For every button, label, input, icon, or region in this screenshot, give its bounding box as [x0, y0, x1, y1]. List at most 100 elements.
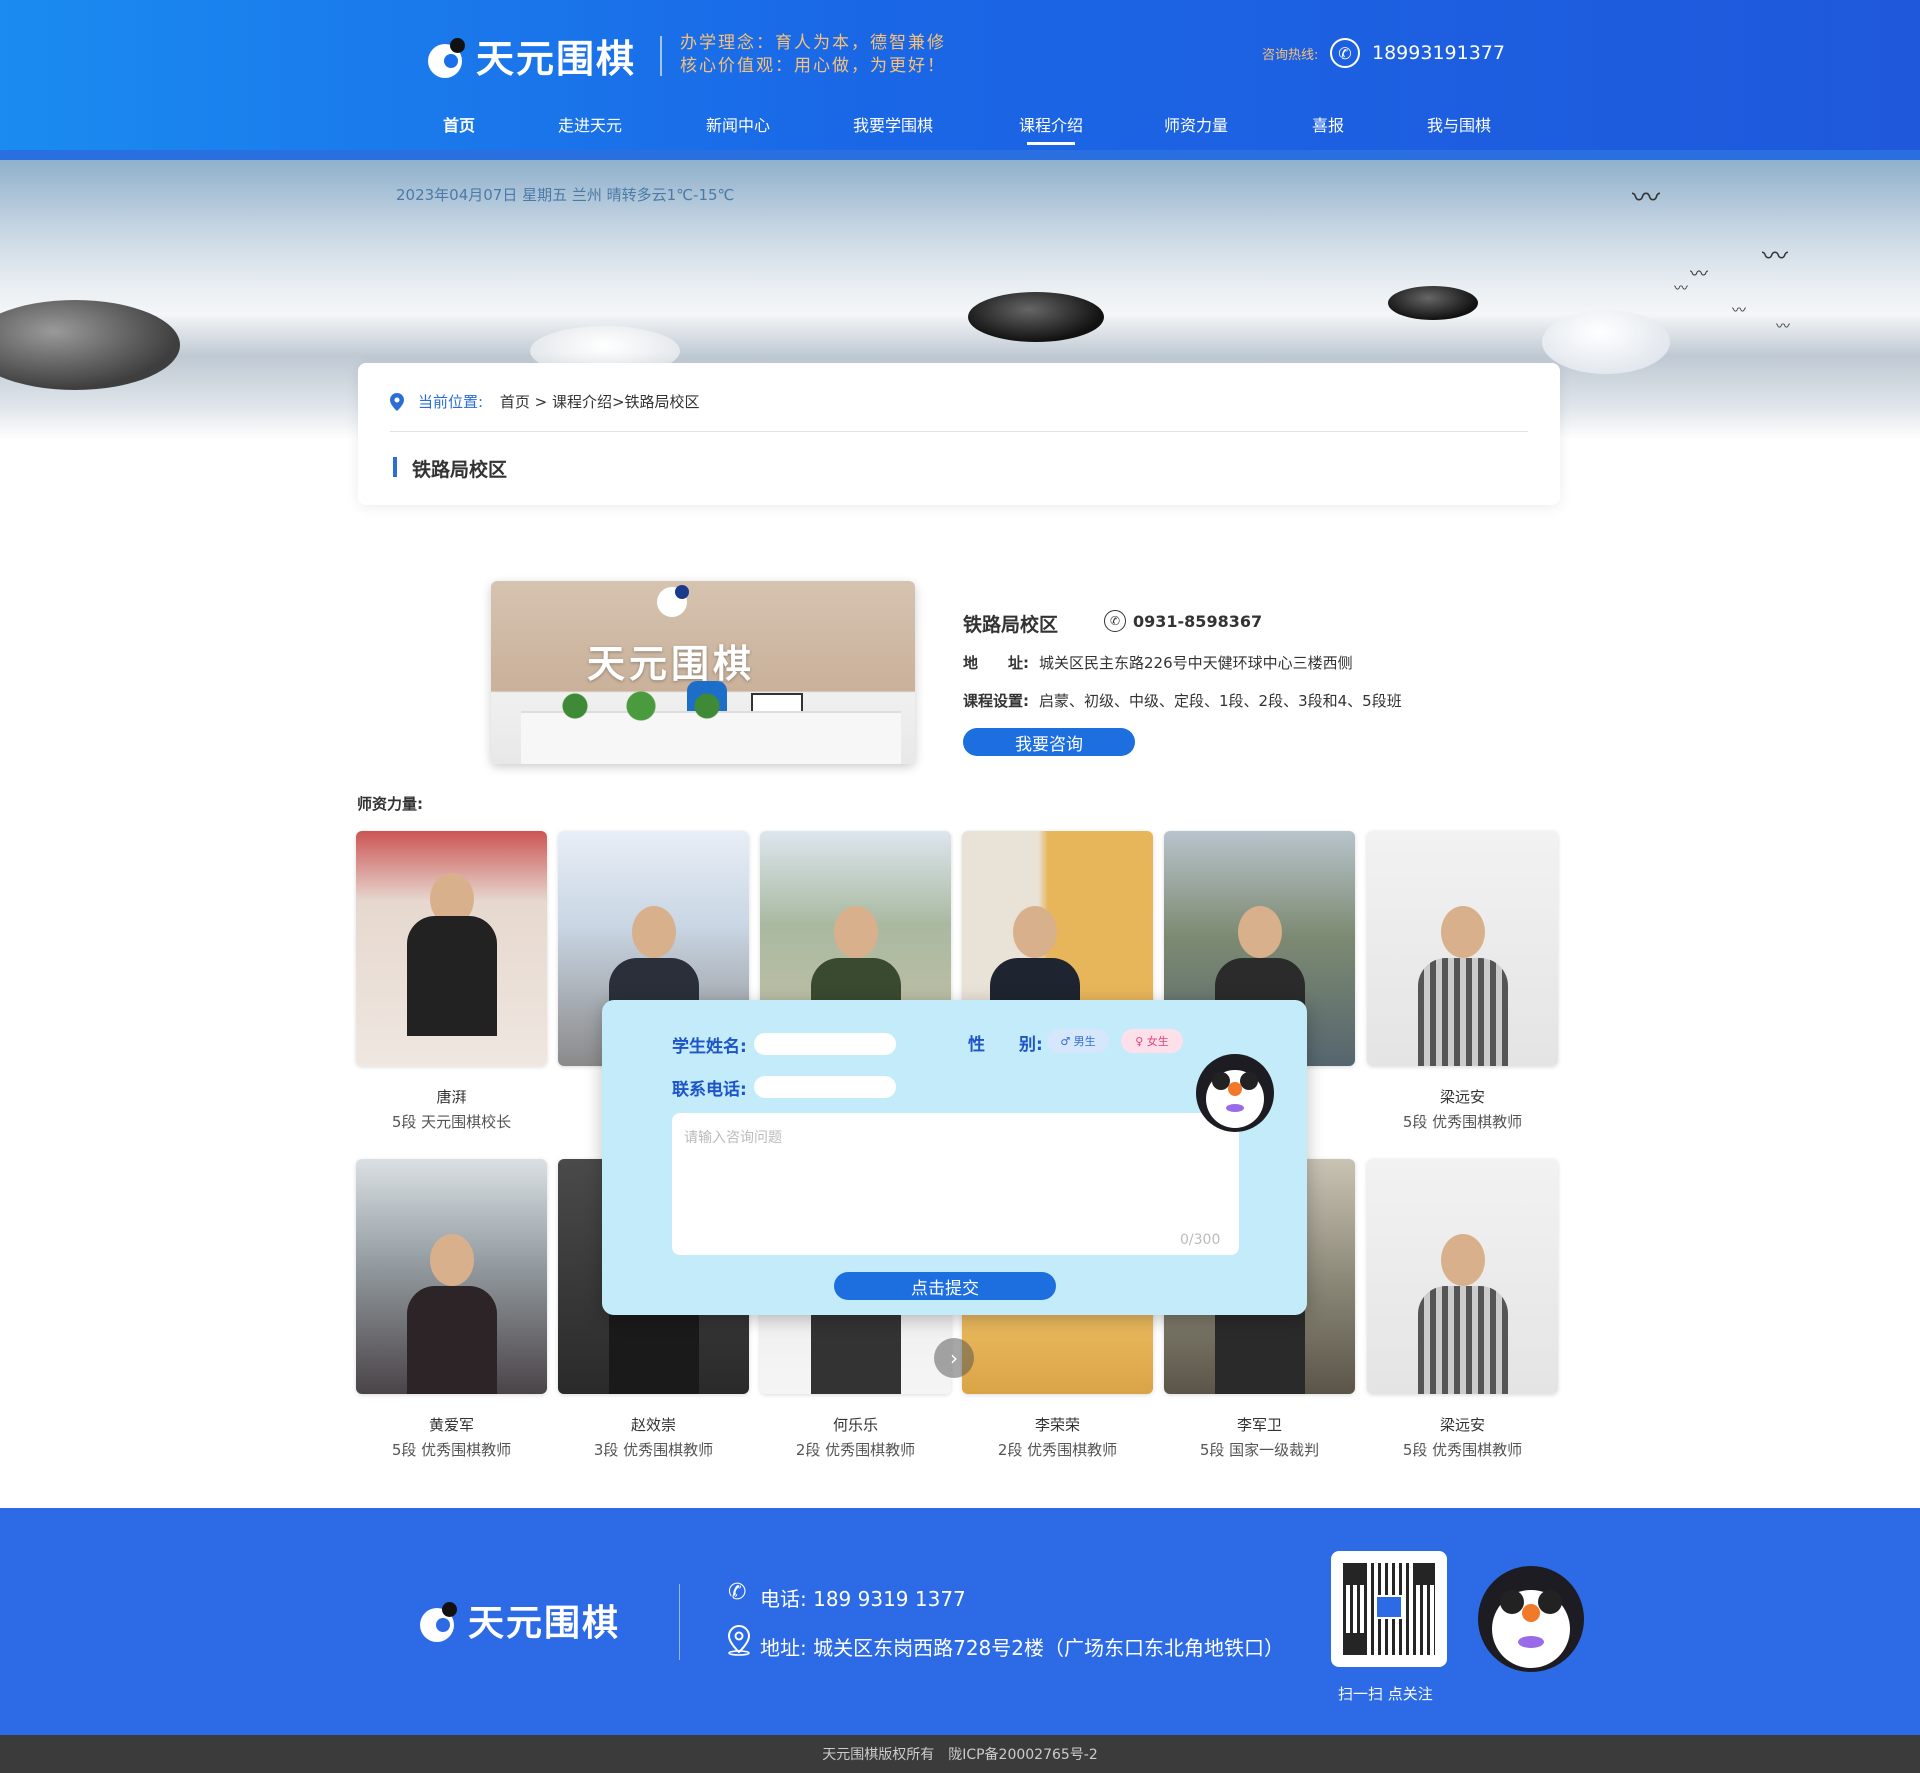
penguin-mascot-icon: [1190, 1048, 1280, 1136]
hotline-label: 咨询热线:: [1262, 48, 1319, 63]
question-textarea[interactable]: [672, 1113, 1239, 1255]
breadcrumb-path[interactable]: 首页 > 课程介绍>铁路局校区: [500, 393, 700, 411]
teacher-card[interactable]: 唐湃 5段 天元围棋校长: [356, 831, 547, 1132]
nav-item-me-and-go[interactable]: 我与围棋: [1427, 112, 1491, 136]
nav-item-learn-go[interactable]: 我要学围棋: [853, 112, 933, 136]
footer-logo-text: 天元围棋: [468, 1603, 621, 1644]
main-nav: 首页 走进天元 新闻中心 我要学围棋 课程介绍 师资力量 喜报 我与围棋: [0, 112, 1920, 142]
teacher-name: 赵效崇: [630, 1416, 676, 1434]
teacher-name: 李军卫: [1236, 1416, 1282, 1434]
campus-courses: 启蒙、初级、中级、定段、1段、2段、3段和4、5段班: [1039, 692, 1402, 710]
teacher-photo: [1367, 831, 1558, 1066]
footer-logo[interactable]: 天元围棋: [420, 1594, 620, 1646]
footer-phone: 电话: 189 9319 1377: [760, 1587, 966, 1611]
teacher-name: 黄爱军: [428, 1416, 474, 1434]
phone-input[interactable]: [754, 1076, 896, 1098]
site-header: 天元围棋 办学理念：育人为本，德智兼修 核心价值观：用心做，为更好！ 咨询热线:…: [0, 0, 1920, 160]
bird-icon: 〰: [1776, 319, 1790, 335]
campus-phone[interactable]: 0931-8598367: [1133, 612, 1262, 631]
logo-text: 天元围棋: [476, 37, 637, 81]
photo-plants: [531, 691, 751, 721]
gender-label: 性 别:: [968, 1035, 1043, 1055]
teacher-name: 梁远安: [1439, 1088, 1485, 1106]
bird-icon: 〰: [1674, 281, 1688, 297]
consult-button[interactable]: 我要咨询: [963, 728, 1135, 756]
qr-label: 扫一扫 点关注: [1338, 1685, 1433, 1703]
banner-stone-grey: [0, 300, 180, 390]
submit-button[interactable]: 点击提交: [834, 1272, 1056, 1300]
breadcrumb-card: 当前位置: 首页 > 课程介绍>铁路局校区 铁路局校区: [358, 363, 1560, 505]
active-nav-indicator: [1027, 142, 1075, 145]
courses-label: 课程设置:: [963, 692, 1029, 710]
nav-item-about[interactable]: 走进天元: [558, 112, 622, 136]
photo-wall-text: 天元围棋: [587, 642, 756, 686]
photo-logo-dot: [675, 585, 689, 599]
nav-item-news[interactable]: 新闻中心: [706, 112, 770, 136]
teacher-desc: 5段 天元围棋校长: [391, 1113, 512, 1131]
location-pin-icon: [727, 1624, 751, 1656]
banner-stone-white-2: [1542, 310, 1670, 374]
hotline-number[interactable]: 18993191377: [1372, 42, 1505, 64]
gender-male-option[interactable]: ♂ 男生: [1047, 1029, 1109, 1053]
copyright-bar: 天元围棋版权所有 陇ICP备20002765号-2: [0, 1735, 1920, 1773]
slogan-line-1: 办学理念：育人为本，德智兼修: [680, 33, 946, 53]
logo-divider: [660, 36, 662, 76]
campus-photo: 天元围棋: [491, 581, 915, 764]
nav-item-good-news[interactable]: 喜报: [1312, 112, 1344, 136]
address-label: 地 址:: [963, 654, 1029, 672]
teacher-card[interactable]: 梁远安 5段 优秀围棋教师: [1367, 1159, 1558, 1460]
teacher-desc: 2段 优秀围棋教师: [795, 1441, 916, 1459]
gender-female-option[interactable]: ♀ 女生: [1121, 1029, 1183, 1053]
teacher-card[interactable]: 梁远安 5段 优秀围棋教师: [1367, 831, 1558, 1132]
nav-item-courses[interactable]: 课程介绍: [1019, 112, 1083, 136]
student-name-label: 学生姓名:: [672, 1037, 747, 1057]
carousel-next-button[interactable]: ›: [934, 1338, 974, 1378]
site-logo[interactable]: 天元围棋: [428, 28, 636, 83]
consult-form: 学生姓名: 性 别: ♂ 男生 ♀ 女生 联系电话: 0/300 点击提交: [602, 1000, 1307, 1315]
campus-name: 铁路局校区: [963, 614, 1059, 636]
teacher-photo: [356, 1159, 547, 1394]
teacher-photo: [1367, 1159, 1558, 1394]
breadcrumb: 当前位置: 首页 > 课程介绍>铁路局校区: [418, 391, 700, 412]
footer-divider: [679, 1584, 680, 1660]
student-name-input[interactable]: [754, 1033, 896, 1055]
teacher-desc: 5段 优秀围棋教师: [1402, 1113, 1523, 1131]
teacher-card[interactable]: 黄爱军 5段 优秀围棋教师: [356, 1159, 547, 1460]
teacher-name: 唐湃: [436, 1088, 467, 1106]
campus-address-row: 地 址: 城关区民主东路226号中天健环球中心三楼西侧: [963, 652, 1353, 673]
nav-item-teachers[interactable]: 师资力量: [1164, 112, 1228, 136]
teacher-photo: [356, 831, 547, 1066]
campus-address: 城关区民主东路226号中天健环球中心三楼西侧: [1039, 654, 1353, 672]
teacher-desc: 5段 优秀围棋教师: [1402, 1441, 1523, 1459]
phone-label: 联系电话:: [672, 1080, 747, 1100]
page-title: 铁路局校区: [412, 459, 508, 481]
header-stripe: [0, 150, 1920, 160]
nav-item-home[interactable]: 首页: [443, 112, 475, 136]
campus-courses-row: 课程设置: 启蒙、初级、中级、定段、1段、2段、3段和4、5段班: [963, 690, 1402, 711]
teacher-desc: 3段 优秀围棋教师: [593, 1441, 714, 1459]
slogan-line-2: 核心价值观：用心做，为更好！: [680, 56, 946, 76]
teacher-name: 梁远安: [1439, 1416, 1485, 1434]
qr-center-logo: [1375, 1595, 1403, 1619]
slogan: 办学理念：育人为本，德智兼修 核心价值观：用心做，为更好！: [680, 32, 946, 78]
penguin-mascot-icon: [1470, 1560, 1592, 1678]
teacher-name: 李荣荣: [1034, 1416, 1080, 1434]
bird-icon: 〰: [1762, 242, 1789, 272]
teacher-desc: 5段 优秀围棋教师: [391, 1441, 512, 1459]
bird-icon: 〰: [1632, 181, 1661, 214]
phone-icon: ✆: [728, 1580, 747, 1605]
bird-icon: 〰: [1732, 303, 1746, 319]
qr-code[interactable]: [1331, 1551, 1447, 1667]
phone-icon: ✆: [1330, 38, 1360, 68]
teachers-title: 师资力量:: [357, 795, 423, 813]
char-counter: 0/300: [1180, 1232, 1221, 1248]
location-pin-icon: [390, 393, 404, 411]
breadcrumb-label: 当前位置:: [418, 393, 484, 411]
page-title-marker: [393, 457, 397, 477]
logo-mark-icon: [428, 37, 465, 78]
site-footer: [0, 1508, 1920, 1735]
banner-stone-black-2: [1388, 286, 1478, 320]
teacher-desc: 2段 优秀围棋教师: [997, 1441, 1118, 1459]
phone-icon: ✆: [1104, 610, 1126, 632]
logo-mark-icon: [420, 1602, 457, 1642]
